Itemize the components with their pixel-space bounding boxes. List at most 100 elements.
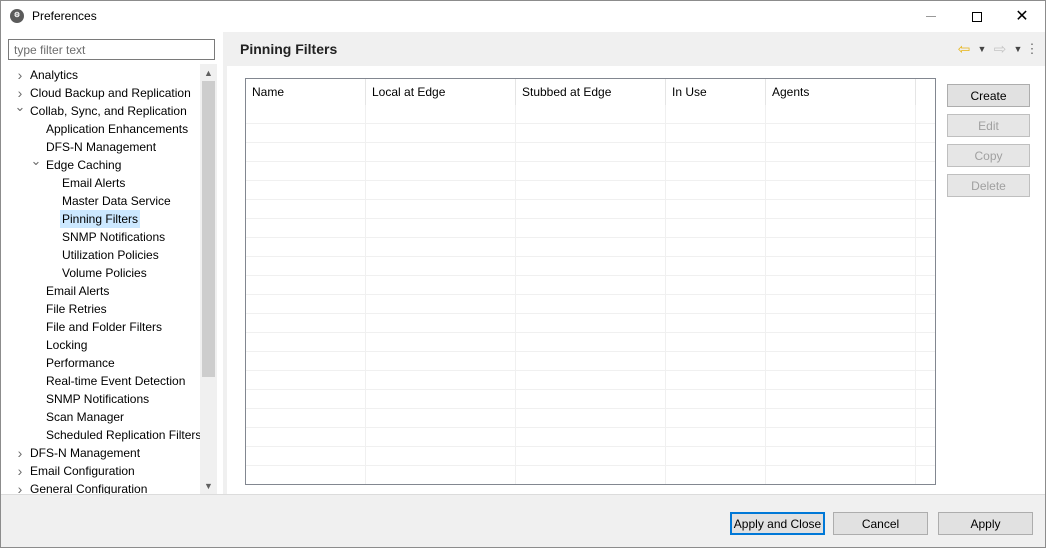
copy-button[interactable]: Copy <box>947 144 1030 167</box>
chevron-right-icon[interactable]: › <box>15 462 25 480</box>
preferences-app-icon: ⚙ <box>10 9 24 23</box>
tree-item-utilization-policies[interactable]: Utilization Policies <box>1 246 200 264</box>
table-row <box>246 371 935 390</box>
tree-item-scheduled-replication-filters[interactable]: Scheduled Replication Filters <box>1 426 200 444</box>
tree-item-snmp-notifications[interactable]: SNMP Notifications <box>1 390 200 408</box>
tree-item-email-configuration[interactable]: › Email Configuration <box>1 462 200 480</box>
tree-item-edge-caching[interactable]: ⌄ Edge Caching <box>1 153 200 174</box>
tree-item-email-alerts[interactable]: Email Alerts <box>1 282 200 300</box>
dialog-footer: Apply and Close Cancel Apply <box>1 494 1045 547</box>
tree-item-label: Email Configuration <box>30 464 135 478</box>
tree-item-label: Email Alerts <box>62 176 126 190</box>
column-header-agents[interactable]: Agents <box>766 79 916 105</box>
column-header-local-at-edge[interactable]: Local at Edge <box>366 79 516 105</box>
tree-item-label: DFS-N Management <box>46 140 157 154</box>
tree-item-scan-manager[interactable]: Scan Manager <box>1 408 200 426</box>
filter-input[interactable] <box>8 39 215 60</box>
table-row <box>246 295 935 314</box>
table-row <box>246 447 935 466</box>
delete-button[interactable]: Delete <box>947 174 1030 197</box>
tree-item-label: Volume Policies <box>62 266 147 280</box>
scrollbar-thumb[interactable] <box>202 81 215 377</box>
tree-item-label: Analytics <box>30 68 79 82</box>
chevron-right-icon[interactable]: › <box>15 480 25 494</box>
tree-item-master-data-service[interactable]: Master Data Service <box>1 192 200 210</box>
table-row <box>246 238 935 257</box>
table-row <box>246 124 935 143</box>
tree-item-cloud-backup-and-replication[interactable]: › Cloud Backup and Replication <box>1 84 200 102</box>
back-arrow-icon[interactable]: ⇦ <box>955 40 973 58</box>
tree-item-pinning-filters[interactable]: Pinning Filters <box>1 210 200 228</box>
table-row <box>246 162 935 181</box>
tree-item-label: General Configuration <box>30 482 148 494</box>
forward-dropdown-icon[interactable]: ▼ <box>1013 40 1023 58</box>
minimize-icon <box>926 16 936 17</box>
column-header-name[interactable]: Name <box>246 79 366 105</box>
view-menu-icon[interactable]: ⋮ <box>1026 40 1039 58</box>
preferences-window: ⚙ Preferences ✕ › Analytics ›Cloud Backup … <box>0 0 1046 548</box>
table-row <box>246 276 935 295</box>
tree-item-label: SNMP Notifications <box>46 392 150 406</box>
create-button[interactable]: Create <box>947 84 1030 107</box>
tree-item-label: Utilization Policies <box>62 248 159 262</box>
chevron-right-icon[interactable]: › <box>15 444 25 462</box>
scroll-up-icon[interactable]: ▲ <box>200 64 217 81</box>
preferences-tree-panel: ›Analytics›Cloud Backup and Replication⌄… <box>1 32 223 494</box>
close-button[interactable]: ✕ <box>999 1 1045 32</box>
tree-item-dfs-n-management[interactable]: › DFS-N Management <box>1 444 200 462</box>
tree-item-analytics[interactable]: › Analytics <box>1 66 200 84</box>
table-row <box>246 333 935 352</box>
table-row <box>246 200 935 219</box>
minimize-button[interactable] <box>908 1 954 32</box>
chevron-right-icon[interactable]: › <box>15 66 25 84</box>
page-header: Pinning Filters ⇦ ▼ ⇨ ▼ ⋮ <box>227 32 1045 66</box>
maximize-icon <box>972 11 982 22</box>
forward-arrow-icon[interactable]: ⇨ <box>991 40 1009 58</box>
tree-item-general-configuration[interactable]: › General Configuration <box>1 480 200 494</box>
column-header-stubbed-at-edge[interactable]: Stubbed at Edge <box>516 79 666 105</box>
tree-item-file-retries[interactable]: File Retries <box>1 300 200 318</box>
chevron-down-icon[interactable]: ⌄ <box>15 98 26 116</box>
column-divider <box>365 105 366 484</box>
table-row <box>246 428 935 447</box>
tree-item-locking[interactable]: Locking <box>1 336 200 354</box>
window-title: Preferences <box>32 9 97 23</box>
scroll-down-icon[interactable]: ▼ <box>200 477 217 494</box>
tree-item-label: File and Folder Filters <box>46 320 163 334</box>
tree-item-application-enhancements[interactable]: Application Enhancements <box>1 120 200 138</box>
table-row <box>246 219 935 238</box>
tree-item-real-time-event-detection[interactable]: Real-time Event Detection <box>1 372 200 390</box>
tree-item-volume-policies[interactable]: Volume Policies <box>1 264 200 282</box>
tree-scrollbar[interactable]: ▲ ▼ <box>200 64 217 494</box>
tree-item-label: Locking <box>46 338 88 352</box>
apply-and-close-button[interactable]: Apply and Close <box>730 512 825 535</box>
table-row <box>246 390 935 409</box>
title-bar: ⚙ Preferences ✕ <box>1 1 1045 32</box>
tree-item-label: Scan Manager <box>46 410 125 424</box>
apply-button[interactable]: Apply <box>938 512 1033 535</box>
tree-item-snmp-notifications[interactable]: SNMP Notifications <box>1 228 200 246</box>
pinning-filters-table[interactable]: Name Local at Edge Stubbed at Edge In Use Ag… <box>245 78 936 485</box>
tree-item-label: Pinning Filters <box>60 210 141 228</box>
table-row <box>246 409 935 428</box>
table-row <box>246 314 935 333</box>
tree-item-label: Application Enhancements <box>46 122 189 136</box>
preferences-tree: › Analytics › Cloud Backup and Replication ⌄… <box>1 64 200 494</box>
back-dropdown-icon[interactable]: ▼ <box>977 40 987 58</box>
tree-item-label: Performance <box>46 356 115 370</box>
tree-item-label: Collab, Sync, and Replication <box>30 104 187 118</box>
cancel-button[interactable]: Cancel <box>833 512 928 535</box>
tree-item-label: SNMP Notifications <box>62 230 166 244</box>
edit-button[interactable]: Edit <box>947 114 1030 137</box>
tree-item-label: Scheduled Replication Filters <box>46 428 200 442</box>
page-title: Pinning Filters <box>240 41 338 57</box>
tree-item-performance[interactable]: Performance <box>1 354 200 372</box>
column-divider <box>915 105 916 484</box>
tree-item-file-and-folder-filters[interactable]: File and Folder Filters <box>1 318 200 336</box>
table-row <box>246 105 935 124</box>
maximize-button[interactable] <box>954 1 1000 32</box>
tree-item-email-alerts[interactable]: Email Alerts <box>1 174 200 192</box>
chevron-down-icon[interactable]: ⌄ <box>31 152 42 170</box>
column-header-in-use[interactable]: In Use <box>666 79 766 105</box>
tree-item-collab-sync-and-replication[interactable]: ⌄ Collab, Sync, and Replication <box>1 99 200 120</box>
